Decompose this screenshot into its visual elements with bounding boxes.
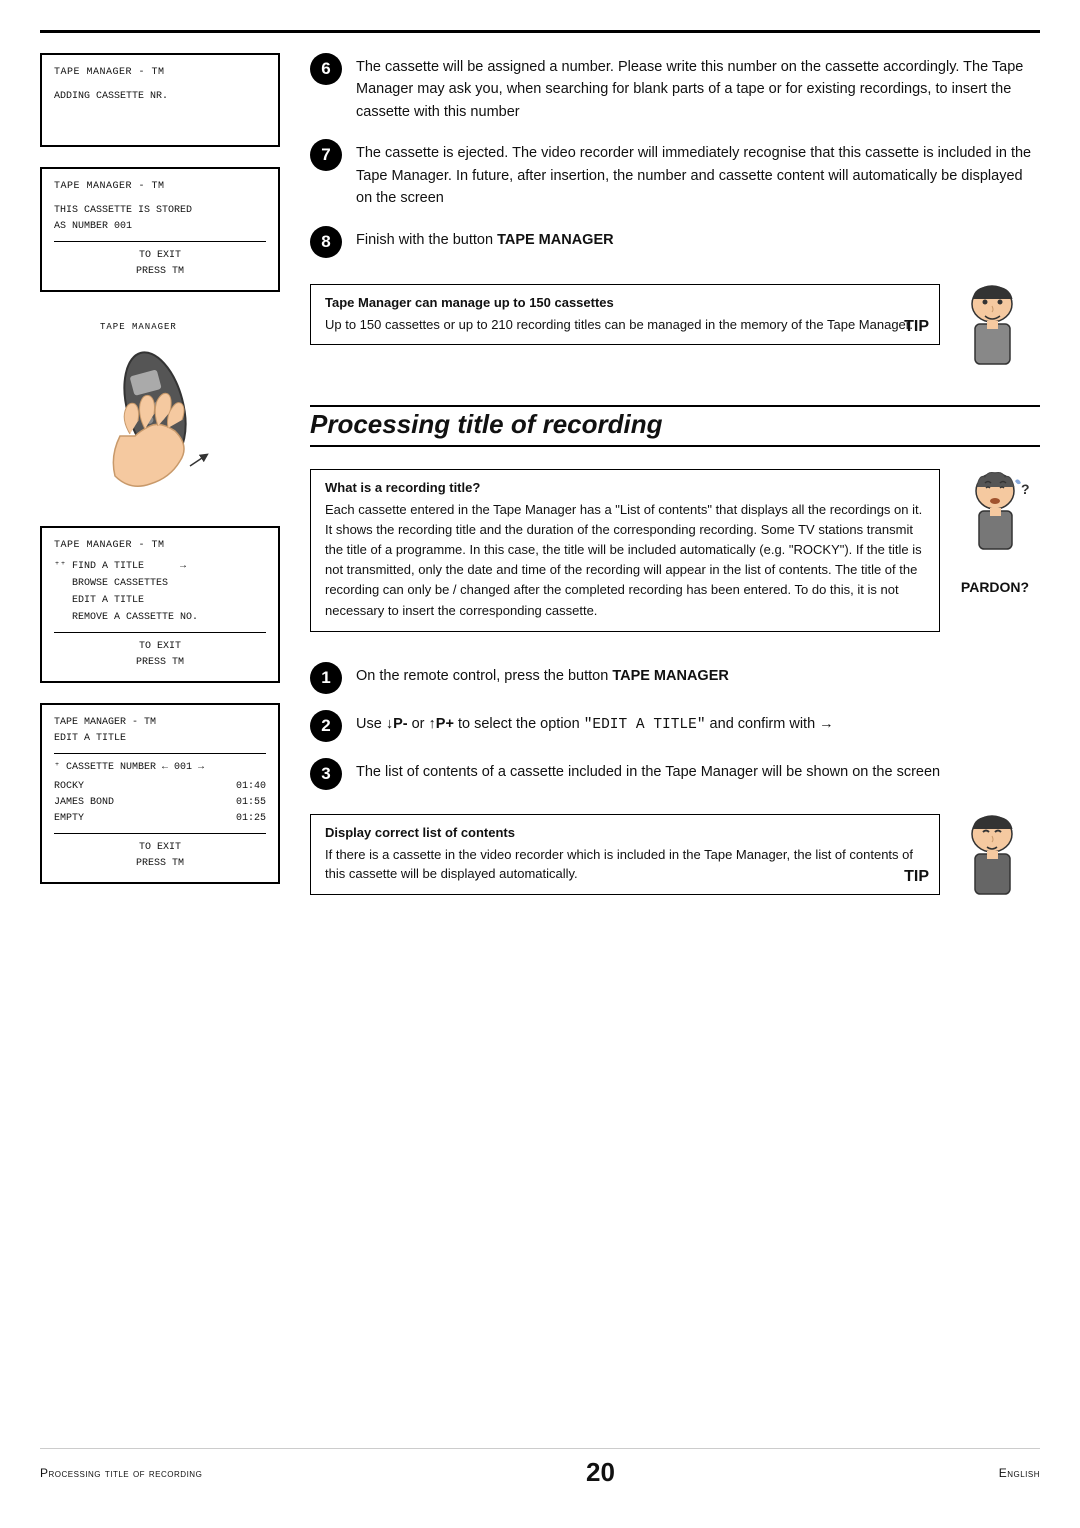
step-1-number: 1 — [310, 662, 342, 694]
remote-svg — [100, 336, 220, 496]
screen-box-1: TAPE MANAGER - TM ADDING CASSETTE NR. — [40, 53, 280, 147]
screen2-title: TAPE MANAGER - TM — [54, 179, 266, 195]
tip-box-1-title: Tape Manager can manage up to 150 casset… — [325, 295, 925, 310]
pardon-label: PARDON? — [961, 579, 1029, 595]
step-2-mono: "EDIT A TITLE" — [584, 717, 706, 733]
screen3-items: ⁺⁺ FIND A TITLE → BROWSE CASSETTES EDIT … — [54, 558, 266, 626]
info-box-1: What is a recording title? Each cassette… — [310, 469, 940, 632]
right-column: 6 The cassette will be assigned a number… — [310, 53, 1040, 1428]
footer-left-text: Processing title of recording — [40, 1466, 202, 1480]
tip-box-1-content: Up to 150 cassettes or up to 210 recordi… — [325, 315, 925, 335]
main-content: TAPE MANAGER - TM ADDING CASSETTE NR. TA… — [40, 53, 1040, 1428]
step-7-text: The cassette is ejected. The video recor… — [356, 139, 1040, 209]
step-2-p-minus: ↓P- — [386, 716, 408, 732]
page-footer: Processing title of recording 20 English — [40, 1448, 1040, 1488]
tip-box-2: Display correct list of contents If ther… — [310, 814, 940, 895]
screen3-exit: TO EXIT — [54, 639, 266, 655]
step-2-text: Use ↓P- or ↑P+ to select the option "EDI… — [356, 710, 1040, 736]
step-6-number: 6 — [310, 53, 342, 85]
info-box-1-title: What is a recording title? — [325, 480, 925, 495]
left-column: TAPE MANAGER - TM ADDING CASSETTE NR. TA… — [40, 53, 280, 1428]
step-3-text: The list of contents of a cassette inclu… — [356, 758, 1040, 783]
step-7-row: 7 The cassette is ejected. The video rec… — [310, 139, 1040, 209]
screen4-row3: EMPTY01:25 — [54, 811, 266, 827]
section-heading-area: Processing title of recording — [310, 405, 1040, 457]
screen1-title: TAPE MANAGER - TM — [54, 65, 266, 81]
step-2-row: 2 Use ↓P- or ↑P+ to select the option "E… — [310, 710, 1040, 742]
step-3-number: 3 — [310, 758, 342, 790]
screen2-line3: AS NUMBER 001 — [54, 219, 266, 235]
person-illustration-1 — [950, 284, 1040, 387]
tip-box-2-wrapper: Display correct list of contents If ther… — [310, 814, 940, 911]
processing-steps-section: 1 On the remote control, press the butto… — [310, 662, 1040, 806]
step-7-number: 7 — [310, 139, 342, 171]
steps-section-upper: 6 The cassette will be assigned a number… — [310, 53, 1040, 274]
step-3-row: 3 The list of contents of a cassette inc… — [310, 758, 1040, 790]
step-6-text: The cassette will be assigned a number. … — [356, 53, 1040, 123]
footer-page-number: 20 — [586, 1457, 615, 1488]
screen2-line2: THIS CASSETTE IS STORED — [54, 203, 266, 219]
tip-box-2-label: TIP — [904, 868, 929, 886]
screen-box-3: TAPE MANAGER - TM ⁺⁺ FIND A TITLE → BROW… — [40, 526, 280, 683]
pardon-svg: ? — [953, 469, 1038, 579]
section-heading-top-line — [310, 405, 1040, 407]
person-svg-2 — [950, 814, 1035, 914]
screen-box-4: TAPE MANAGER - TM EDIT A TITLE ⁺ CASSETT… — [40, 703, 280, 884]
page-container: TAPE MANAGER - TM ADDING CASSETTE NR. TA… — [0, 0, 1080, 1528]
step-8-bold: TAPE MANAGER — [497, 232, 614, 248]
screen4-title: TAPE MANAGER - TM — [54, 715, 266, 731]
step-6-row: 6 The cassette will be assigned a number… — [310, 53, 1040, 123]
step-1-text: On the remote control, press the button … — [356, 662, 1040, 687]
screen2-line4: TO EXIT — [54, 248, 266, 264]
tip-box-1: Tape Manager can manage up to 150 casset… — [310, 284, 940, 346]
remote-illustration: TAPE MANAGER — [40, 312, 280, 506]
screen4-row2: JAMES BOND01:55 — [54, 795, 266, 811]
person-illustration-2 — [950, 814, 1040, 917]
screen3-press: PRESS TM — [54, 655, 266, 671]
tip-box-2-title: Display correct list of contents — [325, 825, 925, 840]
screen1-content: ADDING CASSETTE NR. — [54, 89, 266, 105]
remote-label: TAPE MANAGER — [100, 322, 177, 332]
step-1-row: 1 On the remote control, press the butto… — [310, 662, 1040, 694]
footer-right-text: English — [999, 1466, 1040, 1480]
pardon-section: ? PARDON? — [950, 469, 1040, 595]
screen2-line5: PRESS TM — [54, 264, 266, 280]
tip-section-1: Tape Manager can manage up to 150 casset… — [310, 284, 1040, 387]
tip-box-2-content: If there is a cassette in the video reco… — [325, 845, 925, 884]
screen4-subtitle: EDIT A TITLE — [54, 731, 266, 747]
top-line — [40, 30, 1040, 33]
step-8-row: 8 Finish with the button TAPE MANAGER — [310, 226, 1040, 258]
step-2-number: 2 — [310, 710, 342, 742]
screen3-title: TAPE MANAGER - TM — [54, 538, 266, 554]
step-8-text: Finish with the button TAPE MANAGER — [356, 226, 1040, 251]
svg-text:?: ? — [1021, 481, 1030, 497]
screen4-cassette: ⁺ CASSETTE NUMBER ← 001 → — [54, 760, 266, 776]
tip-section-2: Display correct list of contents If ther… — [310, 814, 1040, 917]
step-2-p-plus: ↑P+ — [429, 716, 454, 732]
step-1-bold: TAPE MANAGER — [612, 668, 729, 684]
section-title: Processing title of recording — [310, 409, 663, 439]
tip-box-1-wrapper: Tape Manager can manage up to 150 casset… — [310, 284, 940, 362]
screen4-press: PRESS TM — [54, 856, 266, 872]
info-box-wrapper: What is a recording title? Each cassette… — [310, 469, 940, 646]
screen-box-2: TAPE MANAGER - TM THIS CASSETTE IS STORE… — [40, 167, 280, 292]
info-box-1-content: Each cassette entered in the Tape Manage… — [325, 500, 925, 621]
tip-box-1-label: TIP — [904, 318, 929, 336]
info-pardon-section: What is a recording title? Each cassette… — [310, 469, 1040, 646]
screen4-row1: ROCKY01:40 — [54, 779, 266, 795]
person-svg-1 — [950, 284, 1035, 384]
step-8-number: 8 — [310, 226, 342, 258]
section-title-block: Processing title of recording — [310, 409, 1040, 447]
screen4-exit: TO EXIT — [54, 840, 266, 856]
